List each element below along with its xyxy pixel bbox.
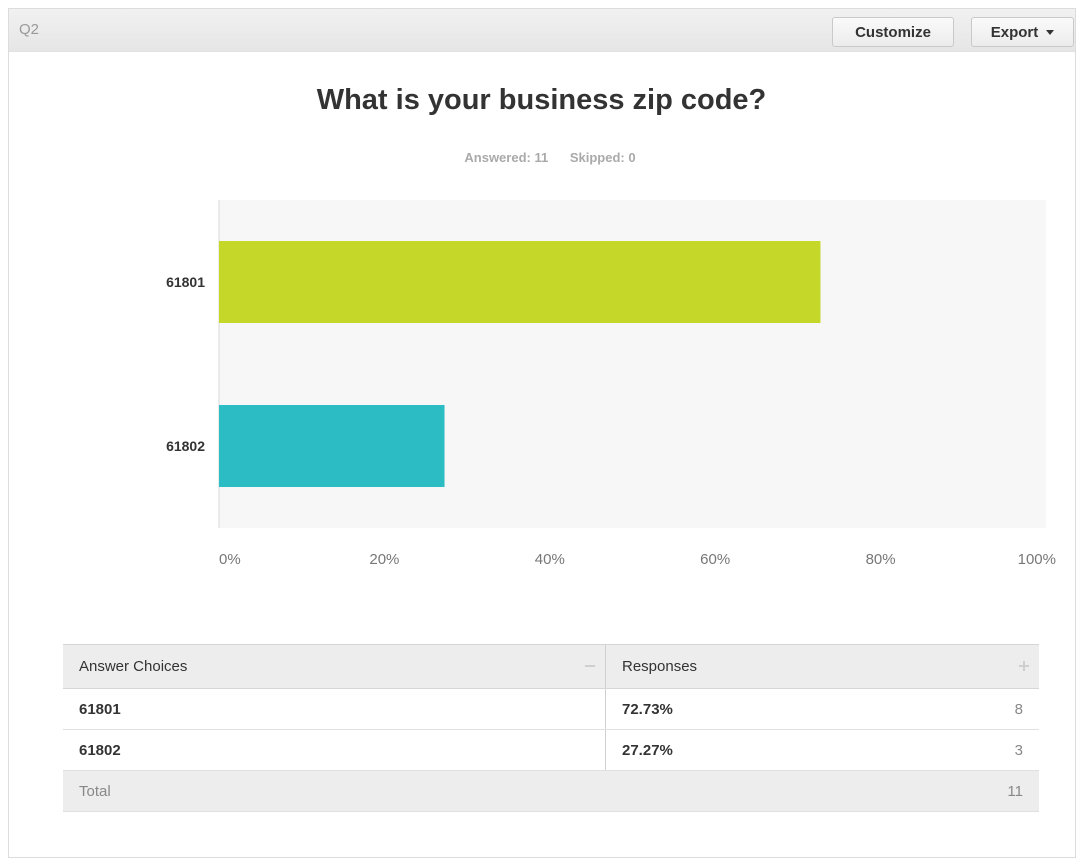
table-header-row: Answer Choices Responses (63, 644, 1039, 689)
row-percent: 27.27% (605, 729, 857, 771)
bar (219, 241, 821, 323)
answer-choices-header[interactable]: Answer Choices (63, 644, 606, 689)
x-tick-label: 40% (535, 551, 565, 568)
x-tick-label: 20% (369, 551, 399, 568)
row-count: 3 (857, 729, 1039, 771)
total-count: 11 (857, 770, 1039, 812)
responses-header[interactable]: Responses (605, 644, 1039, 689)
table-row: 61801 72.73% 8 (63, 688, 1039, 730)
total-label: Total (63, 770, 606, 812)
category-label: 61802 (166, 438, 205, 454)
x-tick-label: 100% (1018, 551, 1056, 568)
row-percent: 72.73% (605, 688, 857, 730)
row-choice: 61801 (63, 688, 606, 730)
total-spacer (605, 770, 857, 812)
minus-icon (585, 665, 595, 667)
row-choice: 61802 (63, 729, 606, 771)
responses-header-label: Responses (622, 658, 698, 675)
total-row: Total 11 (63, 770, 1039, 812)
bar (219, 405, 445, 487)
plus-icon (1019, 661, 1029, 671)
answer-choices-header-label: Answer Choices (79, 658, 188, 675)
x-tick-label: 60% (700, 551, 730, 568)
answer-table: Answer Choices Responses 61801 72.73% 8 … (63, 644, 1039, 812)
category-label: 61801 (166, 274, 205, 290)
x-tick-label: 0% (219, 551, 241, 568)
bar-chart: 61801 61802 0% 20% 40% 60% 80% 100% (166, 200, 1056, 568)
table-row: 61802 27.27% 3 (63, 729, 1039, 771)
row-count: 8 (857, 688, 1039, 730)
x-tick-label: 80% (866, 551, 896, 568)
